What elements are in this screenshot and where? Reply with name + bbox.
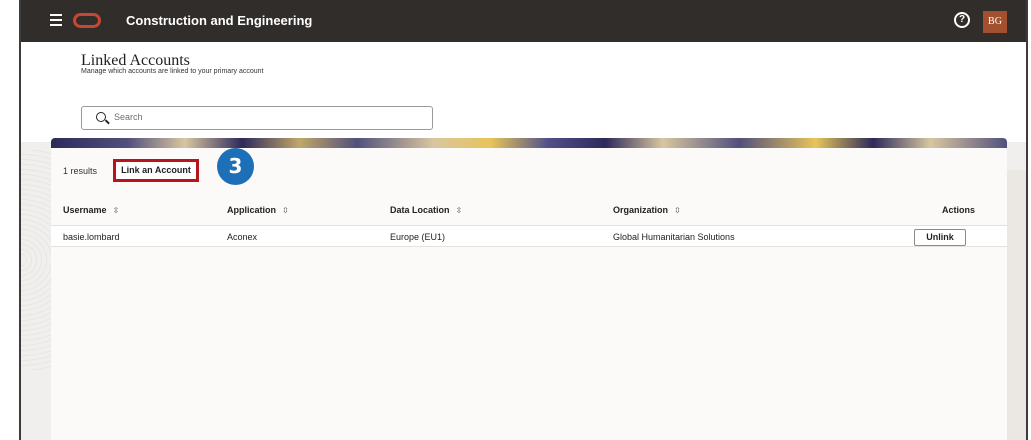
sort-icon[interactable]: ⇳ <box>674 206 681 215</box>
search-input[interactable]: Search <box>81 106 433 130</box>
cell-data-location: Europe (EU1) <box>390 232 446 242</box>
column-header-organization[interactable]: Organization ⇳ <box>613 205 681 215</box>
hamburger-menu-icon[interactable] <box>50 14 62 26</box>
column-header-data-location[interactable]: Data Location ⇳ <box>390 205 462 215</box>
results-count: 1 results <box>63 166 98 176</box>
page-subtitle: Manage which accounts are linked to your… <box>81 68 264 75</box>
column-label: Data Location <box>390 205 450 215</box>
page-header: Linked Accounts Manage which accounts ar… <box>21 42 1026 142</box>
column-label: Organization <box>613 205 669 215</box>
top-bar: Construction and Engineering ? BG <box>21 0 1026 42</box>
sort-icon[interactable]: ⇳ <box>282 206 289 215</box>
link-account-button[interactable]: Link an Account <box>113 159 199 182</box>
search-placeholder: Search <box>114 112 143 122</box>
table-header: Username ⇳ Application ⇳ Data Location ⇳ Or… <box>51 205 1007 225</box>
column-label: Application <box>227 205 276 215</box>
table-row: basie.lombard Aconex Europe (EU1) Global… <box>51 225 1007 247</box>
step-badge: 3 <box>217 148 254 185</box>
search-icon <box>96 112 106 122</box>
cell-username: basie.lombard <box>63 232 120 242</box>
unlink-button[interactable]: Unlink <box>914 229 966 246</box>
app-window: Construction and Engineering ? BG Linked… <box>19 0 1028 440</box>
column-label: Username <box>63 205 107 215</box>
accounts-panel: 1 results Link an Account 3 Username ⇳ Ap… <box>51 148 1007 440</box>
column-header-username[interactable]: Username ⇳ <box>63 205 119 215</box>
column-header-application[interactable]: Application ⇳ <box>227 205 289 215</box>
column-header-actions: Actions <box>942 205 976 215</box>
help-icon[interactable]: ? <box>954 12 970 28</box>
sort-icon[interactable]: ⇳ <box>113 206 120 215</box>
cell-application: Aconex <box>227 232 258 242</box>
cell-organization: Global Humanitarian Solutions <box>613 232 735 242</box>
decorative-pattern <box>21 150 51 370</box>
user-avatar[interactable]: BG <box>983 11 1007 33</box>
sort-icon[interactable]: ⇳ <box>456 206 463 215</box>
app-title: Construction and Engineering <box>126 13 313 28</box>
oracle-logo <box>73 13 101 28</box>
